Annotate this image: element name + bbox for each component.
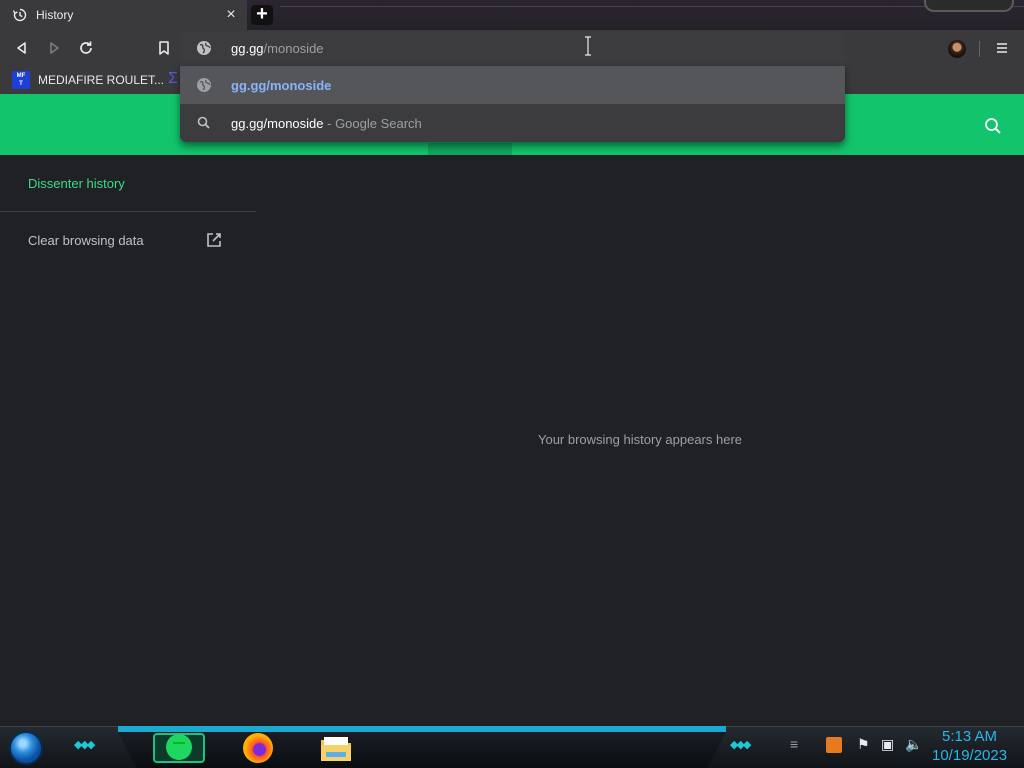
show-hidden-icons-icon[interactable]: ≡ (790, 736, 798, 752)
close-icon[interactable]: × (222, 6, 240, 24)
action-center-flag-icon[interactable]: ⚑ (857, 736, 870, 753)
omnibox-suggestions: gg.gg/monoside gg.gg/monoside - Google S… (180, 66, 845, 142)
spotify-icon (166, 734, 192, 760)
suggestion-search-text: gg.gg/monoside - Google Search (231, 116, 422, 131)
clock-date[interactable]: 10/19/2023 (932, 747, 1007, 764)
taskbar-accent (118, 726, 726, 732)
reload-icon (80, 41, 92, 54)
bookmark-button[interactable] (154, 38, 174, 58)
text-cursor-icon (585, 36, 591, 56)
profile-avatar[interactable] (948, 40, 966, 58)
suggestion-url-text: gg.gg/monoside (231, 78, 332, 93)
back-button[interactable] (12, 38, 32, 58)
forward-icon (50, 42, 59, 54)
address-typed: gg.gg (231, 41, 264, 56)
toolbar-divider (979, 41, 980, 57)
header-tab-indicator (428, 143, 512, 155)
tab-history[interactable]: History × (0, 0, 247, 30)
search-icon (985, 118, 1001, 134)
sidebar-divider (0, 211, 256, 212)
clear-browsing-data-link[interactable]: Clear browsing data (28, 233, 144, 248)
sigma-icon[interactable]: Σ (168, 70, 178, 88)
bookmark-label: MEDIAFIRE ROULET... (38, 73, 165, 87)
chevrons-left-icon: ◆◆◆ (74, 739, 95, 751)
open-external-icon[interactable] (205, 231, 223, 249)
history-icon (12, 8, 27, 22)
globe-icon (197, 78, 211, 92)
taskbar-center (118, 732, 726, 768)
network-icon[interactable]: ▣ (881, 736, 894, 753)
suggestion-suffix: - Google Search (323, 116, 422, 131)
new-tab-button[interactable]: + (251, 4, 273, 25)
suggestion-url[interactable]: gg.gg/monoside (180, 66, 845, 104)
suggestion-search[interactable]: gg.gg/monoside - Google Search (180, 104, 845, 142)
start-button[interactable] (9, 731, 43, 765)
file-explorer-icon[interactable] (320, 734, 352, 762)
forward-button[interactable] (44, 38, 64, 58)
bookmark-icon (159, 41, 169, 55)
mediafire-icon: MF T (12, 71, 30, 89)
suggestion-query: gg.gg/monoside (231, 116, 324, 131)
tab-title: History (36, 8, 74, 22)
menu-icon (997, 43, 1007, 53)
firefox-icon[interactable] (243, 733, 273, 763)
menu-button[interactable] (992, 38, 1012, 58)
clock-time[interactable]: 5:13 AM (942, 728, 997, 745)
window-decoration (924, 0, 1014, 12)
chevrons-right-icon: ◆◆◆ (730, 739, 751, 751)
sidebar-item-dissenter-history[interactable]: Dissenter history (28, 176, 125, 191)
back-icon (17, 42, 26, 54)
globe-icon (197, 41, 211, 55)
tray-app-icon[interactable] (826, 737, 842, 753)
volume-icon[interactable]: 🔈 (905, 736, 922, 753)
address-autocomplete: /monoside (263, 41, 324, 56)
reload-button[interactable] (76, 38, 96, 58)
bookmark-mediafire[interactable]: MF T MEDIAFIRE ROULET... (12, 71, 164, 89)
address-text[interactable]: gg.gg/monoside (231, 41, 324, 56)
empty-history-message: Your browsing history appears here (537, 432, 743, 447)
search-button[interactable] (983, 116, 1003, 136)
address-bar[interactable]: gg.gg/monoside (180, 31, 845, 65)
search-icon (197, 116, 210, 129)
